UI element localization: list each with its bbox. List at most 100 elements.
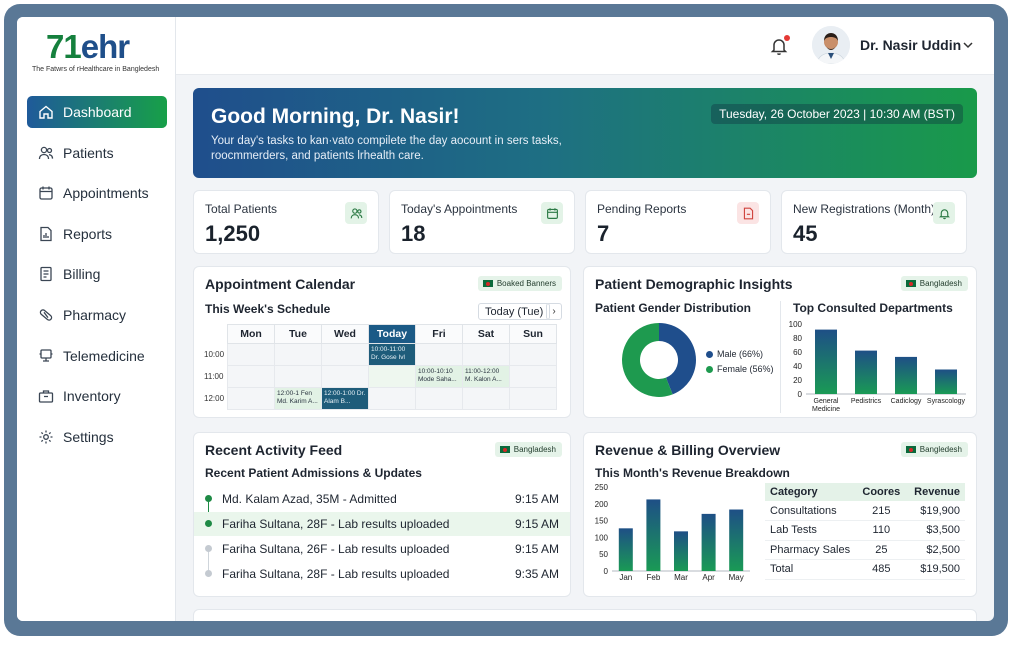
today-button[interactable]: Today (Tue) (478, 303, 551, 320)
bar (815, 329, 837, 394)
panel-title: Revenue & Billing Overview (595, 442, 781, 458)
list-item[interactable]: Md. Kalam Azad, 35M - Admitted 9:15 AM (194, 487, 570, 511)
region-tag: Bangladesh (494, 442, 562, 457)
calendar-slot[interactable] (462, 343, 510, 366)
day-header[interactable]: Wed (321, 324, 369, 344)
table-header: Coores (860, 483, 903, 501)
table-cell: $19,900 (902, 501, 965, 521)
sidebar-item-reports[interactable]: Reports (27, 218, 167, 250)
activity-text: Fariha Sultana, 28F - Lab results upload… (222, 517, 450, 531)
table-row[interactable]: Pharmacy Sales 25 $2,500 (765, 540, 965, 560)
sidebar-item-settings[interactable]: Settings (27, 421, 167, 453)
calendar-slot[interactable] (321, 343, 369, 366)
calendar-slot[interactable] (274, 343, 322, 366)
chevron-down-icon[interactable] (962, 40, 974, 50)
list-item[interactable]: Fariha Sultana, 28F - Lab results upload… (194, 512, 570, 536)
day-header[interactable]: Sat (462, 324, 510, 344)
x-tick-label: Syrascology (927, 398, 966, 405)
logo[interactable]: 71ehr The Fatwrs of rHealthcare in Bangl… (32, 29, 172, 81)
stat-label: Pending Reports (597, 202, 687, 216)
calendar-event[interactable]: 10:00-11:00 Dr. Gose Ivl (368, 343, 416, 366)
panel-subtitle: Top Consulted Departments (793, 301, 953, 315)
calendar-slot[interactable] (227, 365, 275, 388)
table-row[interactable]: Total 485 $19,500 (765, 559, 965, 580)
home-icon (39, 105, 53, 119)
activity-text: Fariha Sultana, 28F - Lab results upload… (222, 567, 450, 581)
calendar-slot[interactable] (509, 343, 557, 366)
sidebar-item-label: Telemedicine (63, 347, 145, 364)
calendar-slot[interactable] (227, 387, 275, 410)
table-header: Category (765, 483, 861, 501)
sidebar-item-appointments[interactable]: Appointments (27, 177, 167, 209)
y-tick-label: 100 (595, 533, 609, 542)
legend-swatch (706, 350, 713, 358)
week-calendar: Mon Tue Wed Today Fri Sat Sun 10:00-11:0… (227, 324, 557, 410)
calendar-slot[interactable] (415, 343, 463, 366)
calendar-slot[interactable] (227, 343, 275, 366)
calendar-slot[interactable] (509, 387, 557, 410)
greeting: Good Morning, Dr. Nasir! (211, 105, 460, 128)
table-cell: Total (765, 559, 861, 580)
day-header[interactable]: Tue (274, 324, 322, 344)
stat-value: 18 (401, 221, 426, 246)
gender-donut-chart (622, 323, 696, 397)
tag-label: Bangladesh (919, 279, 962, 288)
user-name[interactable]: Dr. Nasir Uddin (860, 37, 961, 53)
stat-card-pending-reports[interactable]: Pending Reports 7 (585, 190, 771, 254)
chevron-right-icon[interactable]: › (546, 303, 562, 320)
stat-value: 7 (597, 221, 610, 246)
sidebar-item-label: Billing (63, 266, 101, 283)
calendar-slot[interactable] (415, 387, 463, 410)
x-tick-label: Medicine (812, 406, 840, 413)
sidebar-item-dashboard[interactable]: Dashboard (27, 96, 167, 128)
departments-bar-chart: 0 20 40 60 80 100 GeneralMedicine Pedistrics Cad… (789, 320, 966, 413)
stat-value: 45 (793, 221, 818, 246)
sidebar-item-billing[interactable]: Billing (27, 258, 167, 290)
table-header: Revenue (902, 483, 965, 501)
sidebar-item-label: Appointments (63, 185, 149, 202)
day-header-today[interactable]: Today (368, 324, 416, 344)
table-row[interactable]: Consultations 215 $19,900 (765, 501, 965, 521)
calendar-event[interactable]: 10:00-10:10 Mode Saha... (415, 365, 463, 388)
sidebar-item-inventory[interactable]: Inventory (27, 380, 167, 412)
stat-card-new-registrations[interactable]: New Registrations (Month) 45 (781, 190, 967, 254)
region-tag: Boaked Banners (477, 276, 562, 291)
bar (935, 369, 957, 394)
bar (701, 513, 716, 571)
stat-card-todays-appointments[interactable]: Today's Appointments 18 (389, 190, 575, 254)
calendar-event[interactable]: 12:00-1 Fen Md. Karim A... (274, 387, 322, 410)
report-icon (40, 226, 52, 241)
greeting-subtitle: Your day's tasks to kan·vato compilete t… (211, 135, 562, 162)
status-dot (205, 545, 212, 552)
users-icon (38, 146, 54, 159)
list-item[interactable]: Fariha Sultana, 26F - Lab results upload… (194, 537, 570, 561)
sidebar-item-telemedicine[interactable]: Telemedicine (27, 340, 167, 372)
calendar-slot[interactable] (321, 365, 369, 388)
calendar-slot[interactable] (368, 387, 416, 410)
day-header[interactable]: Fri (415, 324, 463, 344)
x-tick-label: May (729, 573, 744, 582)
day-header[interactable]: Mon (227, 324, 275, 344)
avatar[interactable] (812, 26, 850, 64)
stat-card-total-patients[interactable]: Total Patients 1,250 (193, 190, 379, 254)
calendar-event[interactable]: 11:00-12:00 M. Kalon A... (462, 365, 510, 388)
pill-icon (39, 309, 53, 321)
list-item[interactable]: Fariha Sultana, 28F - Lab results upload… (194, 562, 570, 586)
calendar-slot[interactable] (274, 365, 322, 388)
day-header[interactable]: Sun (509, 324, 557, 344)
user-avatar-icon (812, 26, 850, 64)
appointment-calendar-panel: Appointment Calendar Boaked Banners This… (193, 266, 571, 418)
calendar-slot[interactable] (368, 365, 416, 388)
time-label: 11:00 (204, 372, 224, 381)
calendar-slot[interactable] (509, 365, 557, 388)
flag-icon (905, 446, 916, 453)
panel-title: Recent Activity Feed (205, 442, 343, 458)
y-tick-label: 60 (793, 348, 802, 357)
sidebar-item-patients[interactable]: Patients (27, 137, 167, 169)
calendar-event[interactable]: 12:00-1:00 Dr. Alam B... (321, 387, 369, 410)
region-tag: Bangledesh (900, 442, 968, 457)
sidebar-item-pharmacy[interactable]: Pharmacy (27, 299, 167, 331)
calendar-slot[interactable] (462, 387, 510, 410)
x-tick-label: General (814, 398, 839, 405)
table-row[interactable]: Lab Tests 110 $3,500 (765, 520, 965, 541)
